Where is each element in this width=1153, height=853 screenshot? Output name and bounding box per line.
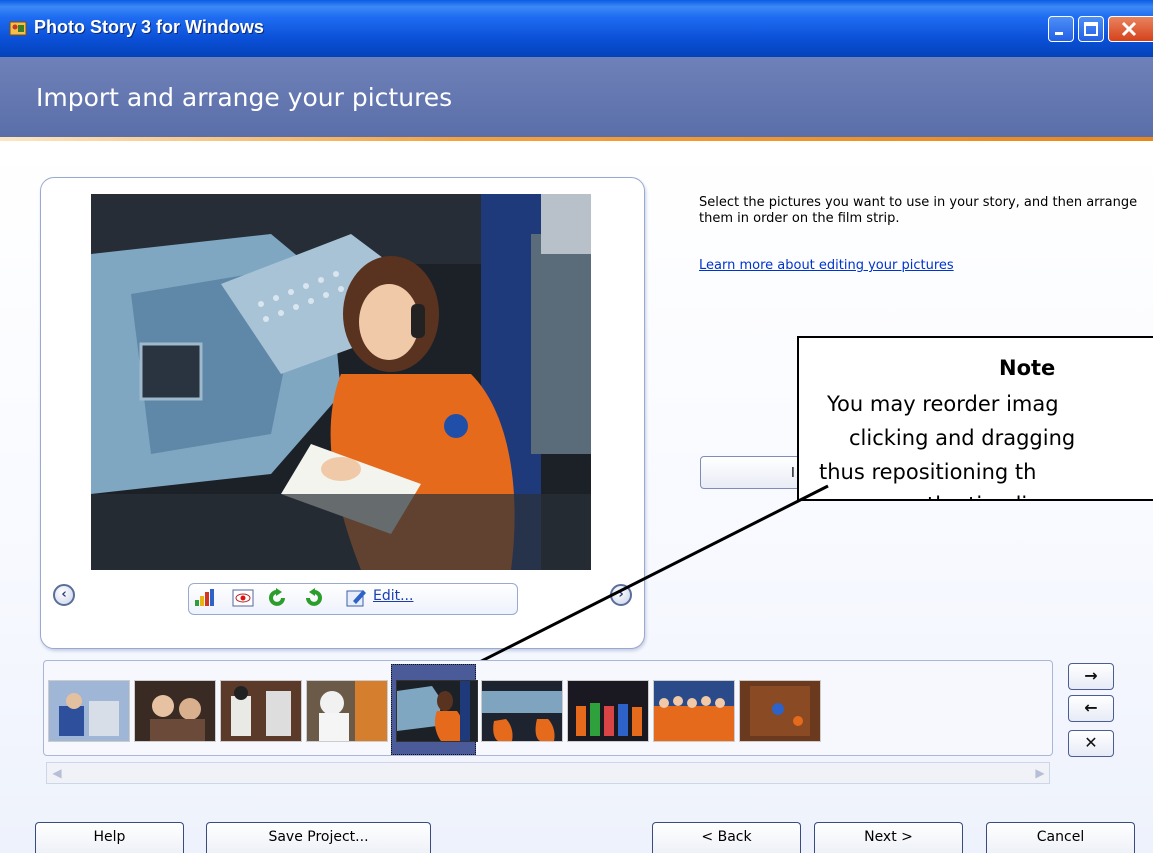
edit-button[interactable]: [345, 587, 369, 609]
rotate-right-button[interactable]: [301, 587, 325, 609]
edit-icon: [346, 590, 366, 607]
close-button[interactable]: [1108, 16, 1153, 42]
auto-fix-icon: [195, 589, 214, 606]
rotate-left-icon: [269, 588, 285, 606]
film-strip-scrollbar[interactable]: [46, 762, 1050, 784]
maximize-button[interactable]: [1078, 16, 1104, 42]
rotate-left-button[interactable]: [266, 587, 290, 609]
note-line-3: thus repositioning th: [819, 460, 1037, 484]
page-title: Import and arrange your pictures: [36, 83, 453, 112]
learn-more-link[interactable]: Learn more about editing your pictures: [699, 258, 954, 273]
thumbnail-4[interactable]: [306, 680, 388, 742]
scroll-right-icon[interactable]: ▶: [1032, 764, 1048, 782]
maximize-icon: [1084, 22, 1098, 36]
title-bar[interactable]: Photo Story 3 for Windows: [0, 0, 1153, 57]
rotate-right-icon: [306, 588, 322, 606]
thumbnail-8[interactable]: [653, 680, 735, 742]
window-title: Photo Story 3 for Windows: [34, 17, 264, 37]
cancel-button[interactable]: Cancel: [986, 822, 1135, 853]
minimize-button[interactable]: [1048, 16, 1074, 42]
previous-picture-button[interactable]: ‹: [53, 584, 75, 606]
minimize-icon: [1055, 32, 1063, 35]
next-button[interactable]: Next >: [814, 822, 963, 853]
next-picture-button[interactable]: ›: [610, 584, 632, 606]
thumbnail-3[interactable]: [220, 680, 302, 742]
thumbnail-1[interactable]: [48, 680, 130, 742]
thumbnail-6[interactable]: [481, 680, 563, 742]
edit-link[interactable]: Edit...: [373, 588, 413, 604]
close-icon: [1121, 21, 1137, 37]
thumbnail-7[interactable]: [567, 680, 649, 742]
note-callout: Note You may reorder imag clicking and d…: [797, 336, 1153, 501]
instructions-text: Select the pictures you want to use in y…: [699, 195, 1138, 226]
note-line-2: clicking and dragging: [849, 426, 1076, 450]
move-left-button[interactable]: ←: [1068, 695, 1114, 722]
thumbnail-5-selected[interactable]: [396, 680, 478, 742]
help-button[interactable]: Help: [35, 822, 184, 853]
note-line-1: You may reorder imag: [827, 392, 1059, 416]
auto-fix-button[interactable]: [192, 587, 216, 609]
save-project-button[interactable]: Save Project...: [206, 822, 431, 853]
scroll-left-icon[interactable]: ◀: [49, 764, 65, 782]
import-button-label: I: [791, 466, 795, 481]
preview-photo-art: [91, 194, 591, 570]
note-line-4: the timeline.: [927, 493, 1060, 499]
preview-photo: [91, 194, 591, 570]
red-eye-icon: [232, 589, 254, 607]
note-title: Note: [999, 356, 1056, 380]
thumbnail-9[interactable]: [739, 680, 821, 742]
app-icon: [9, 21, 27, 36]
back-button[interactable]: < Back: [652, 822, 801, 853]
thumbnail-2[interactable]: [134, 680, 216, 742]
remove-picture-button[interactable]: ✕: [1068, 730, 1114, 757]
red-eye-button[interactable]: [231, 587, 255, 609]
move-right-button[interactable]: →: [1068, 663, 1114, 690]
photo-story-window: Photo Story 3 for Windows Import and arr…: [0, 0, 1153, 853]
